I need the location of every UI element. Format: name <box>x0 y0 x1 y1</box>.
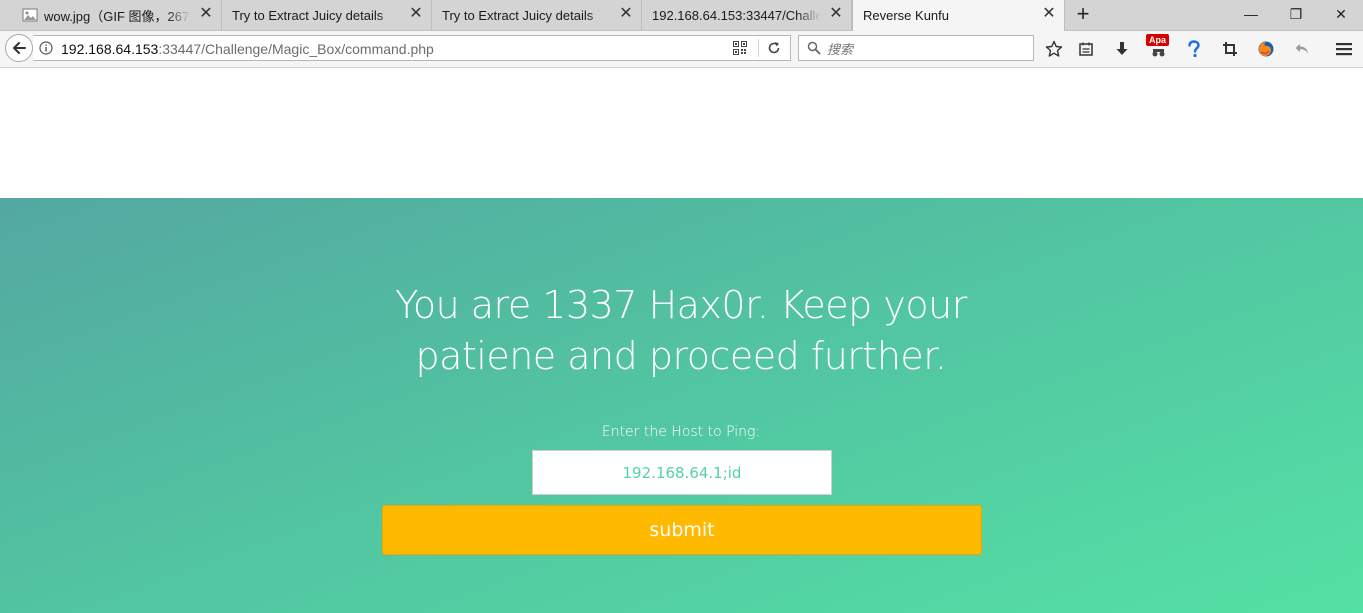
addon-badge: Apa <box>1146 34 1170 46</box>
search-bar[interactable] <box>798 35 1034 61</box>
qr-code-icon[interactable] <box>733 41 747 55</box>
reading-list-icon <box>1079 42 1093 56</box>
url-bar[interactable]: 192.168.64.153:33447/Challenge/Magic_Box… <box>33 35 791 61</box>
downloads-button[interactable] <box>1110 37 1134 61</box>
reading-list-button[interactable] <box>1074 37 1098 61</box>
minimize-button[interactable]: — <box>1228 0 1274 28</box>
firefox-button[interactable] <box>1254 37 1278 61</box>
tab-close-icon[interactable]: ✕ <box>409 6 423 22</box>
hero-section: You are 1337 Hax0r. Keep your patiene an… <box>0 198 1363 613</box>
tab-label: Reverse Kunfu <box>863 8 949 23</box>
page-headline: You are 1337 Hax0r. Keep your patiene an… <box>395 283 967 378</box>
help-icon <box>1188 40 1200 58</box>
firefox-icon <box>1258 41 1274 57</box>
info-icon[interactable] <box>39 41 53 55</box>
tab-close-icon[interactable]: ✕ <box>829 6 843 22</box>
tab-strip: wow.jpg（GIF 图像，267x ✕ Try to Extract Jui… <box>0 0 1363 31</box>
submit-button[interactable]: submit <box>382 505 982 555</box>
star-icon <box>1045 40 1063 57</box>
url-text[interactable]: 192.168.64.153:33447/Challenge/Magic_Box… <box>61 41 434 57</box>
ping-host-label: Enter the Host to Ping: <box>601 424 761 440</box>
url-path: :33447/Challenge/Magic_Box/command.php <box>158 41 434 57</box>
back-button[interactable] <box>5 34 33 62</box>
tab-close-icon[interactable]: ✕ <box>1042 6 1056 22</box>
search-icon <box>807 41 821 55</box>
tab-label: Try to Extract Juicy details <box>232 7 384 23</box>
navigation-toolbar: 192.168.64.153:33447/Challenge/Magic_Box… <box>0 31 1363 68</box>
image-file-icon <box>22 8 38 22</box>
reload-icon[interactable] <box>767 41 781 55</box>
download-icon <box>1116 42 1128 55</box>
url-host: 192.168.64.153 <box>61 41 159 57</box>
tab-label: Try to Extract Juicy details <box>442 7 594 23</box>
bookmark-star-button[interactable] <box>1042 37 1066 61</box>
restore-button[interactable]: ❐ <box>1273 0 1319 28</box>
tab-close-icon[interactable]: ✕ <box>619 6 633 22</box>
undo-button[interactable] <box>1290 37 1314 61</box>
close-window-button[interactable]: ✕ <box>1318 0 1363 28</box>
help-button[interactable] <box>1182 37 1206 61</box>
page-top-area <box>0 68 1363 198</box>
screenshot-button[interactable] <box>1218 37 1242 61</box>
host-input[interactable] <box>532 450 832 495</box>
menu-button[interactable] <box>1332 37 1356 61</box>
crop-icon <box>1223 42 1237 56</box>
tab-wow-jpg[interactable]: wow.jpg（GIF 图像，267x ✕ <box>0 0 222 30</box>
new-tab-button[interactable]: + <box>1072 3 1094 26</box>
tab-challenge-url[interactable]: 192.168.64.153:33447/Challen ✕ <box>642 0 852 30</box>
arrow-left-icon <box>13 42 26 54</box>
undo-icon <box>1295 44 1308 54</box>
tab-juicy-details-1[interactable]: Try to Extract Juicy details ✕ <box>222 0 432 30</box>
search-input[interactable] <box>825 39 1029 59</box>
tab-close-icon[interactable]: ✕ <box>199 6 213 22</box>
tab-reverse-kunfu[interactable]: Reverse Kunfu ✕ <box>852 0 1065 31</box>
tab-label: 192.168.64.153:33447/Challen <box>652 7 821 23</box>
tab-juicy-details-2[interactable]: Try to Extract Juicy details ✕ <box>432 0 642 30</box>
menu-icon <box>1336 43 1352 56</box>
